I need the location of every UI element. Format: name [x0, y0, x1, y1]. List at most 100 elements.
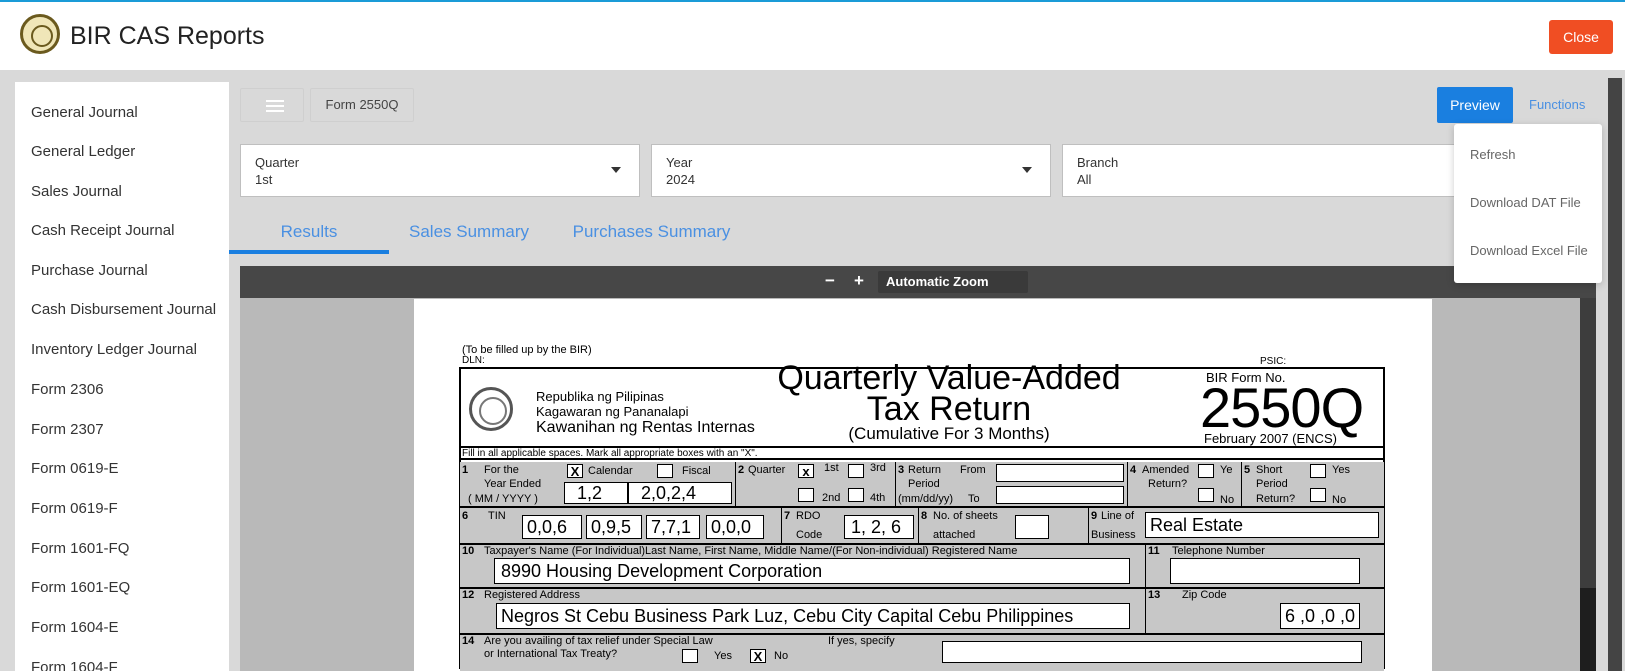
sidebar-item-cash-disbursement-journal[interactable]: Cash Disbursement Journal [31, 301, 216, 318]
tab-results[interactable]: Results [229, 222, 389, 254]
form-subtitle: (Cumulative For 3 Months) [848, 424, 1050, 443]
preview-button[interactable]: Preview [1437, 87, 1513, 123]
sidebar-item-cash-receipt-journal[interactable]: Cash Receipt Journal [31, 222, 174, 239]
hamburger-menu-button[interactable] [240, 88, 304, 122]
field-1-number: 1 [462, 464, 469, 476]
period-to-label: To [968, 493, 980, 505]
tab-sales-summary[interactable]: Sales Summary [389, 222, 549, 254]
period-from-box [996, 464, 1124, 482]
field-10-number: 10 [462, 545, 475, 557]
quarter-3rd-checkbox[interactable] [848, 464, 864, 478]
sidebar-item-sales-journal[interactable]: Sales Journal [31, 183, 122, 200]
field-6-number: 6 [462, 510, 469, 522]
branch-select[interactable]: Branch All [1062, 144, 1462, 197]
sidebar-item-form-2307[interactable]: Form 2307 [31, 421, 104, 438]
bir-logo-icon [20, 14, 60, 54]
branch-select-value: All [1077, 172, 1092, 187]
field-1-cell: 1 For the Year Ended ( MM / YYYY ) X Cal… [460, 462, 736, 506]
relief-no-checkbox[interactable]: X [750, 649, 766, 663]
tin-part-2-box: 0,9,5 [586, 515, 642, 539]
form-row-1-5: 1 For the Year Ended ( MM / YYYY ) X Cal… [460, 462, 1384, 508]
chevron-down-icon [1022, 167, 1032, 173]
line-of-business-box: Real Estate [1145, 512, 1379, 538]
sidebar-item-inventory-ledger-journal[interactable]: Inventory Ledger Journal [31, 341, 197, 358]
relief-yes-checkbox[interactable] [682, 649, 698, 663]
field-8-label: No. of sheets [933, 510, 998, 522]
quarter-select-label: Quarter [255, 155, 300, 170]
field-1-label: For the [484, 464, 519, 476]
zoom-in-button[interactable]: + [854, 271, 864, 291]
pdf-page: (To be filled up by the BIR) DLN: PSIC: … [414, 299, 1432, 671]
form-row-14: 14 Are you availing of tax relief under … [460, 635, 1384, 671]
field-3-label-2: Period [908, 478, 940, 490]
year-select[interactable]: Year 2024 [651, 144, 1051, 197]
sidebar-item-form-0619-e[interactable]: Form 0619-E [31, 460, 119, 477]
year-select-label: Year [666, 155, 693, 170]
sidebar-item-general-journal[interactable]: General Journal [31, 104, 138, 121]
sidebar-item-form-0619-f[interactable]: Form 0619-F [31, 500, 118, 517]
short-period-yes-label: Yes [1332, 464, 1350, 476]
calendar-checkbox[interactable]: X [567, 464, 583, 478]
pdf-toolbar: − + Automatic Zoom [240, 266, 1596, 298]
close-button[interactable]: Close [1549, 20, 1613, 54]
amended-yes-checkbox[interactable] [1198, 464, 1214, 478]
amended-no-label: No [1220, 494, 1235, 506]
menu-item-download-excel[interactable]: Download Excel File [1470, 243, 1588, 258]
year-ended-month: 1,2 [577, 483, 603, 503]
if-yes-specify-label: If yes, specify [828, 635, 895, 647]
relief-no-label: No [774, 650, 789, 662]
hamburger-icon-line [266, 110, 284, 112]
field-4-label-2: Return? [1148, 478, 1188, 490]
zoom-select[interactable]: Automatic Zoom [878, 271, 1028, 293]
sidebar-item-form-2306[interactable]: Form 2306 [31, 381, 104, 398]
field-7-label: RDO [796, 510, 821, 522]
quarter-4th-checkbox[interactable] [848, 488, 864, 502]
functions-button[interactable]: Functions [1529, 97, 1585, 112]
line-of-business: Real Estate [1150, 515, 1244, 535]
sidebar-item-form-1604-f[interactable]: Form 1604-F [31, 659, 118, 671]
field-6-cell: 6 TIN 0,0,6 0,9,5 7,7,1 0,0,0 [460, 508, 782, 543]
field-3-label-3: (mm/dd/yy) [898, 493, 953, 505]
sidebar-item-form-1601-eq[interactable]: Form 1601-EQ [31, 579, 130, 596]
app-header: BIR CAS Reports Close [0, 2, 1625, 70]
field-1-label-2: Year Ended [484, 478, 542, 490]
pdf-scrollbar[interactable] [1580, 298, 1596, 671]
year-ended-year-box: 2,0,2,4 [628, 482, 732, 504]
sidebar-item-form-1601-fq[interactable]: Form 1601-FQ [31, 540, 129, 557]
field-9-cell: 9 Line of Business Real Estate [1089, 508, 1384, 543]
short-period-yes-checkbox[interactable] [1310, 464, 1326, 478]
sidebar-item-purchase-journal[interactable]: Purchase Journal [31, 262, 148, 279]
amended-no-checkbox[interactable] [1198, 488, 1214, 502]
field-13-label: Zip Code [1182, 589, 1227, 601]
rdo-box: 1, 2, 6 [844, 515, 914, 539]
quarter-select-value: 1st [255, 172, 273, 187]
field-5-label: Short [1256, 464, 1283, 476]
short-period-no-checkbox[interactable] [1310, 488, 1326, 502]
form-row-10-11: 10 Taxpayer's Name (For Individual)Last … [460, 545, 1384, 589]
tin-part-2: 0,9,5 [591, 517, 632, 537]
fiscal-label: Fiscal [682, 465, 711, 477]
quarter-2nd-checkbox[interactable] [798, 488, 814, 502]
quarter-2nd-label: 2nd [822, 492, 841, 504]
field-13-number: 13 [1148, 589, 1161, 601]
year-ended-year: 2,0,2,4 [641, 483, 697, 503]
quarter-1st-checkbox[interactable]: x [798, 464, 814, 478]
tab-purchases-summary[interactable]: Purchases Summary [559, 222, 744, 254]
field-7-number: 7 [784, 510, 791, 522]
amended-yes-label: Ye [1220, 464, 1233, 476]
fiscal-checkbox[interactable] [657, 464, 673, 478]
page-scrollbar[interactable] [1608, 78, 1622, 671]
sidebar-item-form-1604-e[interactable]: Form 1604-E [31, 619, 119, 636]
field-4-number: 4 [1130, 464, 1137, 476]
zoom-out-button[interactable]: − [825, 271, 835, 291]
menu-item-download-dat[interactable]: Download DAT File [1470, 195, 1581, 210]
form-row-6-9: 6 TIN 0,0,6 0,9,5 7,7,1 0,0,0 7 RDO Code… [460, 508, 1384, 545]
sidebar-item-general-ledger[interactable]: General Ledger [31, 143, 135, 160]
pdf-scrollbar-thumb[interactable] [1580, 588, 1596, 671]
registered-address: Negros St Cebu Business Park Luz, Cebu C… [501, 606, 1074, 626]
field-12-number: 12 [462, 589, 475, 601]
tin-part-4-box: 0,0,0 [706, 515, 764, 539]
menu-item-refresh[interactable]: Refresh [1470, 147, 1516, 162]
field-13-cell: 13 Zip Code 6 ,0 ,0 ,0 [1146, 589, 1384, 633]
quarter-select[interactable]: Quarter 1st [240, 144, 640, 197]
